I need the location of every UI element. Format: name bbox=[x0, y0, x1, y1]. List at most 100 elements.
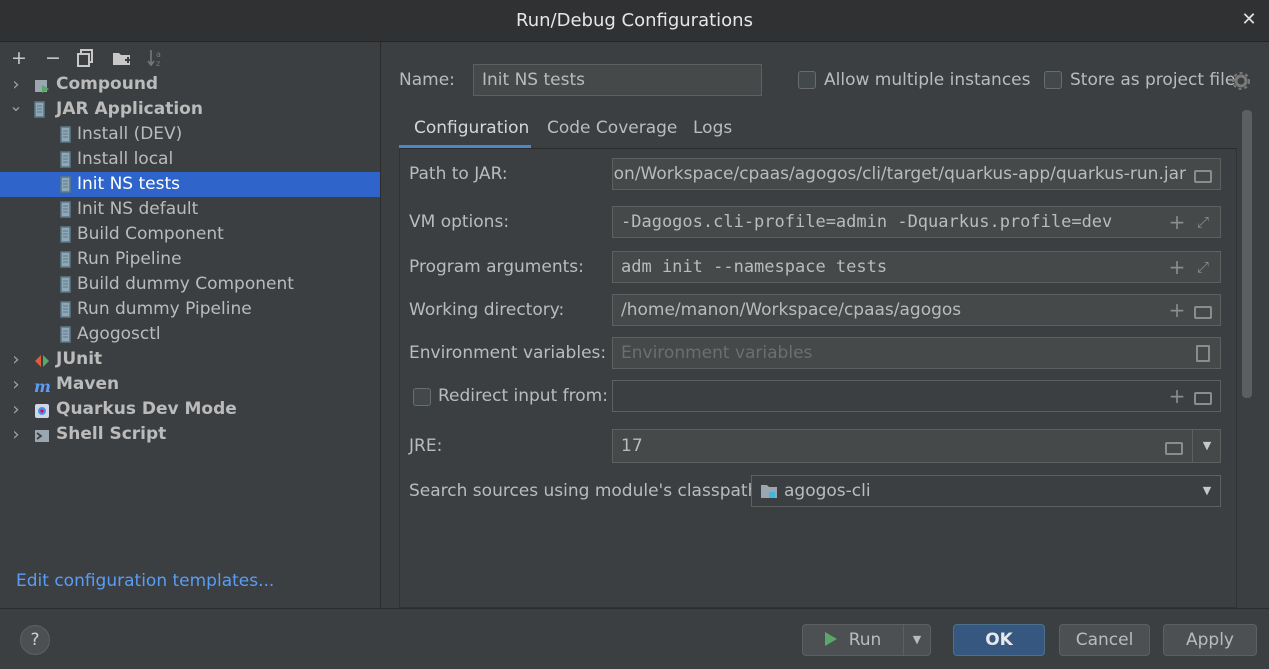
redirect-input-field[interactable] bbox=[612, 380, 1221, 412]
chevron-right-icon[interactable]: › bbox=[9, 397, 23, 422]
jar-icon bbox=[60, 151, 76, 168]
close-icon[interactable]: ✕ bbox=[1237, 8, 1261, 32]
tree-group-maven[interactable]: › m Maven bbox=[0, 372, 380, 397]
module-classpath-select[interactable]: agogos-cli bbox=[751, 475, 1221, 507]
tree-item-build-dummy-component[interactable]: Build dummy Component bbox=[0, 272, 380, 297]
working-directory-input[interactable]: /home/manon/Workspace/cpaas/agogos bbox=[612, 294, 1221, 326]
document-icon[interactable] bbox=[1196, 345, 1210, 362]
jar-icon bbox=[60, 301, 76, 318]
svg-text:m: m bbox=[34, 378, 51, 394]
gear-icon[interactable] bbox=[1232, 72, 1250, 90]
plus-icon[interactable]: + bbox=[1164, 295, 1190, 325]
tree-item-run-pipeline[interactable]: Run Pipeline bbox=[0, 247, 380, 272]
module-folder-icon bbox=[760, 483, 778, 499]
jar-icon bbox=[34, 101, 50, 118]
name-input[interactable]: Init NS tests bbox=[473, 64, 762, 96]
cancel-button[interactable]: Cancel bbox=[1059, 624, 1150, 656]
maven-icon: m bbox=[34, 377, 51, 396]
tree-item-init-ns-tests[interactable]: Init NS tests bbox=[0, 172, 380, 197]
redirect-input-label: Redirect input from: bbox=[438, 386, 608, 406]
plus-icon[interactable]: + bbox=[1164, 207, 1190, 237]
allow-multiple-instances-checkbox[interactable] bbox=[798, 71, 816, 89]
remove-configuration-button[interactable]: − bbox=[41, 46, 65, 70]
tree-group-jar-application[interactable]: ⌄ JAR Application bbox=[0, 97, 380, 122]
folder-icon[interactable] bbox=[1190, 159, 1216, 189]
allow-multiple-instances-label: Allow multiple instances bbox=[824, 70, 1031, 90]
module-classpath-label: Search sources using module's classpath: bbox=[409, 481, 765, 501]
tab-configuration[interactable]: Configuration bbox=[414, 110, 529, 148]
tree-group-junit[interactable]: › JUnit bbox=[0, 347, 380, 372]
tree-node-label: Install local bbox=[77, 149, 174, 169]
combo-divider bbox=[1192, 430, 1193, 462]
chevron-right-icon[interactable]: › bbox=[9, 422, 23, 447]
tree-item-install-local[interactable]: Install local bbox=[0, 147, 380, 172]
run-button[interactable]: Run bbox=[802, 624, 904, 656]
svg-text:z: z bbox=[156, 59, 160, 68]
expand-icon[interactable]: ⤢ bbox=[1190, 207, 1216, 237]
tree-group-compound[interactable]: › Compound bbox=[0, 72, 380, 97]
program-arguments-input[interactable]: adm init --namespace tests bbox=[612, 251, 1221, 283]
working-directory-label: Working directory: bbox=[409, 300, 565, 320]
redirect-input-checkbox[interactable] bbox=[413, 388, 431, 406]
environment-variables-input[interactable]: Environment variables bbox=[612, 337, 1221, 369]
shell-icon bbox=[34, 427, 50, 443]
apply-button[interactable]: Apply bbox=[1163, 624, 1257, 656]
tree-node-label: Install (DEV) bbox=[77, 124, 183, 144]
junit-icon bbox=[34, 352, 50, 368]
tree-node-label: Compound bbox=[56, 74, 159, 94]
vm-options-input[interactable]: -Dagogos.cli-profile=admin -Dquarkus.pro… bbox=[612, 206, 1221, 238]
folder-icon[interactable] bbox=[1161, 431, 1187, 461]
add-configuration-button[interactable]: + bbox=[7, 46, 31, 70]
jre-combobox[interactable]: 17 bbox=[612, 429, 1221, 463]
tree-node-label: Quarkus Dev Mode bbox=[56, 399, 237, 419]
run-button-label: Run bbox=[848, 630, 882, 650]
chevron-down-icon[interactable]: ⌄ bbox=[9, 97, 23, 115]
tree-node-label: Init NS tests bbox=[77, 174, 180, 194]
tab-code-coverage[interactable]: Code Coverage bbox=[547, 110, 677, 148]
help-button[interactable]: ? bbox=[20, 625, 50, 655]
window-title: Run/Debug Configurations bbox=[516, 10, 753, 31]
tree-item-install-dev[interactable]: Install (DEV) bbox=[0, 122, 380, 147]
folder-icon[interactable] bbox=[1190, 295, 1216, 325]
tree-item-init-ns-default[interactable]: Init NS default bbox=[0, 197, 380, 222]
new-folder-icon[interactable] bbox=[112, 49, 132, 67]
expand-icon[interactable]: ⤢ bbox=[1190, 252, 1216, 282]
compound-icon bbox=[34, 77, 50, 93]
store-as-project-file-label: Store as project file bbox=[1070, 70, 1236, 90]
copy-icon[interactable] bbox=[77, 49, 95, 67]
jar-icon bbox=[60, 226, 76, 243]
ok-button[interactable]: OK bbox=[953, 624, 1045, 656]
edit-configuration-templates-link[interactable]: Edit configuration templates... bbox=[16, 571, 274, 591]
jar-icon bbox=[60, 251, 76, 268]
chevron-down-icon[interactable]: ▼ bbox=[1198, 478, 1216, 504]
vertical-scrollbar[interactable] bbox=[1242, 110, 1252, 398]
path-to-jar-value: nanon/Workspace/cpaas/agogos/cli/target/… bbox=[612, 164, 1186, 184]
tree-item-build-component[interactable]: Build Component bbox=[0, 222, 380, 247]
run-dropdown-chevron-icon[interactable]: ▼ bbox=[903, 624, 931, 656]
tree-item-run-dummy-pipeline[interactable]: Run dummy Pipeline bbox=[0, 297, 380, 322]
chevron-down-icon[interactable]: ▼ bbox=[1198, 432, 1216, 460]
store-as-project-file-checkbox[interactable] bbox=[1044, 71, 1062, 89]
sort-icon[interactable]: az bbox=[146, 48, 166, 68]
path-to-jar-input[interactable]: nanon/Workspace/cpaas/agogos/cli/target/… bbox=[612, 158, 1221, 190]
tree-group-quarkus-dev-mode[interactable]: › Quarkus Dev Mode bbox=[0, 397, 380, 422]
chevron-right-icon[interactable]: › bbox=[9, 347, 23, 372]
chevron-right-icon[interactable]: › bbox=[9, 372, 23, 397]
chevron-right-icon[interactable]: › bbox=[9, 72, 23, 97]
tree-group-shell-script[interactable]: › Shell Script bbox=[0, 422, 380, 447]
svg-text:a: a bbox=[156, 50, 161, 59]
tree-node-label: Build dummy Component bbox=[77, 274, 294, 294]
jar-icon bbox=[60, 276, 76, 293]
plus-icon[interactable]: + bbox=[1164, 381, 1190, 411]
tree-node-label: Shell Script bbox=[56, 424, 167, 444]
jar-icon bbox=[60, 326, 76, 343]
tree-node-label: Maven bbox=[56, 374, 120, 394]
jar-icon bbox=[60, 201, 76, 218]
folder-icon[interactable] bbox=[1190, 381, 1216, 411]
tree-node-label: JAR Application bbox=[56, 99, 203, 119]
path-to-jar-label: Path to JAR: bbox=[409, 164, 508, 184]
tab-logs[interactable]: Logs bbox=[693, 110, 732, 148]
plus-icon[interactable]: + bbox=[1164, 252, 1190, 282]
program-arguments-label: Program arguments: bbox=[409, 257, 584, 277]
tree-item-agogosctl[interactable]: Agogosctl bbox=[0, 322, 380, 347]
